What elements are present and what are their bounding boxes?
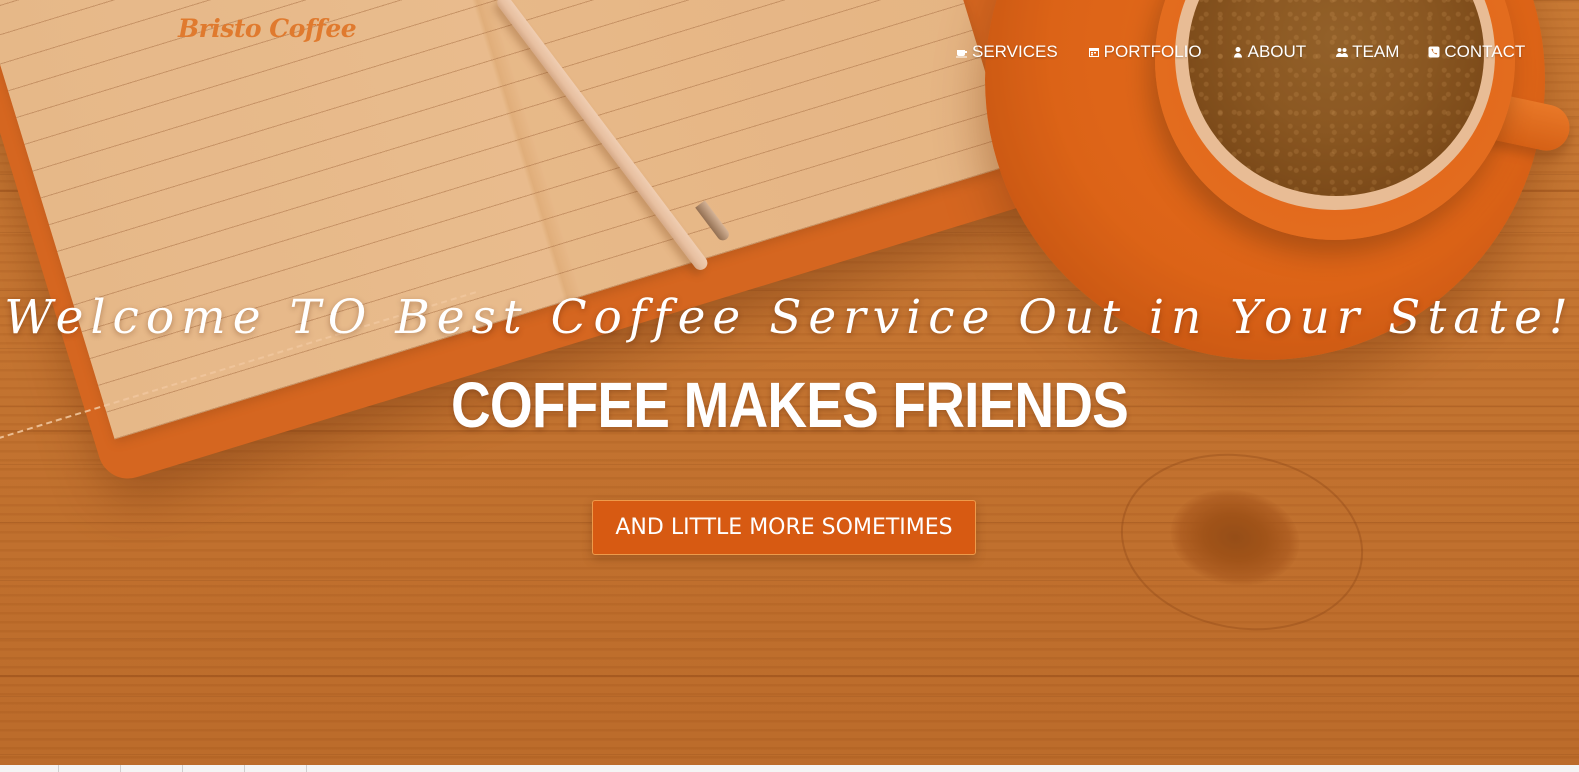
nav-item-label: TEAM xyxy=(1352,42,1400,61)
nav-item-contact[interactable]: CONTACT xyxy=(1427,42,1525,62)
nav-item-label: SERVICES xyxy=(972,42,1058,61)
nav-item-label: CONTACT xyxy=(1444,42,1526,61)
nav-item-portfolio[interactable]: PORTFOLIO xyxy=(1087,42,1202,62)
phone-icon xyxy=(1427,45,1441,59)
nav-item-services[interactable]: SERVICES xyxy=(955,42,1058,62)
nav-item-label: ABOUT xyxy=(1247,42,1307,61)
nav-item-team[interactable]: TEAM xyxy=(1335,42,1399,62)
main-nav: SERVICES PORTFOLIO ABOUT TEAM CONTACT xyxy=(955,40,1525,64)
bottom-edge-strip xyxy=(0,765,1579,772)
calendar-icon xyxy=(1087,45,1101,59)
user-icon xyxy=(1231,45,1245,59)
cta-button[interactable]: AND LITTLE MORE SOMETIMES xyxy=(592,500,976,555)
users-icon xyxy=(1335,45,1349,59)
hero-headline: COFFEE MAKES FRIENDS xyxy=(451,369,1129,441)
hero-tagline: Welcome TO Best Coffee Service Out in Yo… xyxy=(4,290,1575,345)
nav-item-label: PORTFOLIO xyxy=(1103,42,1202,61)
coffee-cup-icon xyxy=(955,45,969,59)
nav-item-about[interactable]: ABOUT xyxy=(1231,42,1307,62)
brand-logo[interactable]: Bristo Coffee xyxy=(178,14,357,43)
